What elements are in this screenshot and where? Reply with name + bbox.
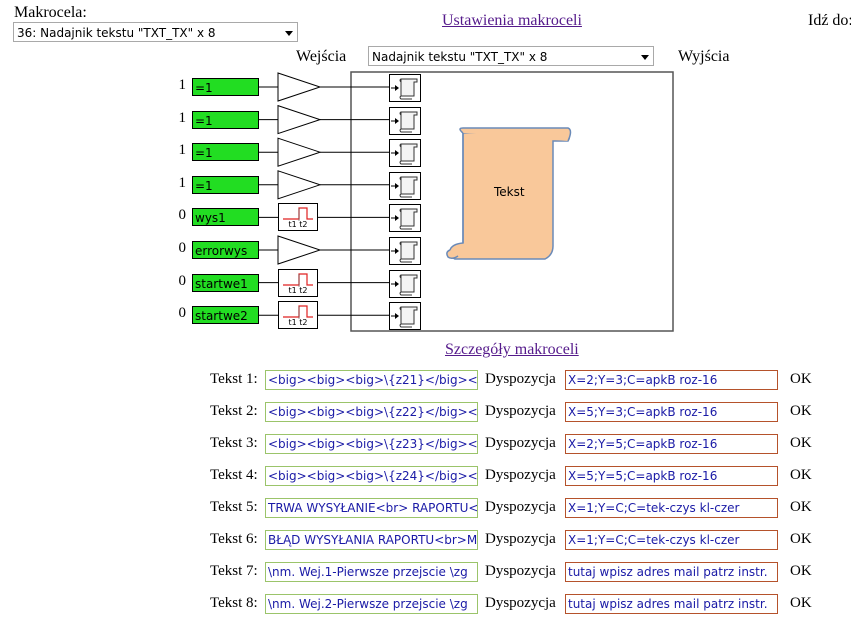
text-label: Tekst 1: — [210, 371, 258, 387]
disposition-input[interactable]: X=5;Y=3;C=apkB roz-16 — [565, 402, 778, 422]
timer-block[interactable]: t1 t2 — [278, 268, 318, 297]
disposition-input[interactable]: X=1;Y=C;C=tek-czys kl-czer — [565, 498, 778, 518]
output-text-block[interactable] — [389, 106, 421, 135]
text-label: Tekst 4: — [210, 467, 258, 483]
text-label: Tekst 5: — [210, 499, 258, 515]
disposition-label: Dyspozycja — [485, 499, 556, 515]
input-name-field[interactable]: =1 — [192, 175, 259, 194]
status-ok: OK — [790, 595, 812, 611]
timer-label: t1 t2 — [288, 318, 308, 328]
scroll-icon — [391, 241, 418, 263]
buffer-gate-icon[interactable] — [277, 72, 322, 102]
text-input[interactable]: \nm. Wej.1-Pierwsze przejscie \zg — [265, 562, 478, 582]
status-ok: OK — [790, 403, 812, 419]
text-label: Tekst 6: — [210, 531, 258, 547]
disposition-input[interactable]: tutaj wpisz adres mail patrz instr. — [565, 594, 778, 614]
scroll-icon — [391, 78, 418, 100]
disposition-label: Dyspozycja — [485, 403, 556, 419]
status-ok: OK — [790, 467, 812, 483]
scroll-icon — [391, 111, 418, 133]
disposition-input[interactable]: X=5;Y=5;C=apkB roz-16 — [565, 466, 778, 486]
disposition-input[interactable]: tutaj wpisz adres mail patrz instr. — [565, 562, 778, 582]
scroll-icon — [391, 143, 418, 165]
status-ok: OK — [790, 499, 812, 515]
disposition-label: Dyspozycja — [485, 531, 556, 547]
input-name-field[interactable]: =1 — [192, 143, 259, 162]
disposition-label: Dyspozycja — [485, 563, 556, 579]
input-value: 1 — [178, 109, 187, 126]
status-ok: OK — [790, 371, 812, 387]
disposition-label: Dyspozycja — [485, 467, 556, 483]
details-link[interactable]: Szczegóły makroceli — [445, 341, 579, 359]
input-value: 1 — [178, 174, 187, 191]
output-text-block[interactable] — [389, 302, 421, 331]
text-label: Tekst 2: — [210, 403, 258, 419]
disposition-input[interactable]: X=2;Y=5;C=apkB roz-16 — [565, 434, 778, 454]
text-label: Tekst 3: — [210, 435, 258, 451]
disposition-label: Dyspozycja — [485, 435, 556, 451]
scroll-icon — [391, 274, 418, 296]
input-name-field[interactable]: startwe1 — [192, 273, 259, 292]
disposition-input[interactable]: X=1;Y=C;C=tek-czys kl-czer — [565, 530, 778, 550]
text-input[interactable]: \nm. Wej.2-Pierwsze przejscie \zg — [265, 594, 478, 614]
timer-label: t1 t2 — [288, 285, 308, 295]
text-input[interactable]: BŁĄD WYSYŁANIA RAPORTU<br>Mi — [265, 530, 478, 550]
text-input[interactable]: <big><big><big>\{z21}</big></big></big> — [265, 370, 478, 390]
disposition-label: Dyspozycja — [485, 371, 556, 387]
status-ok: OK — [790, 531, 812, 547]
input-value: 0 — [178, 240, 187, 256]
text-input[interactable]: <big><big><big>\{z23}</big></big></big> — [265, 434, 478, 454]
output-text-block[interactable] — [389, 204, 421, 233]
input-name-field[interactable]: errorwys — [192, 241, 259, 259]
input-name-field[interactable]: wys1 — [192, 208, 259, 227]
text-input[interactable]: <big><big><big>\{z22}</big></big></big> — [265, 402, 478, 422]
input-value: 1 — [178, 77, 187, 93]
buffer-gate-icon[interactable] — [277, 137, 322, 167]
scroll-icon — [391, 176, 418, 198]
text-input[interactable]: <big><big><big>\{z24}</big></big></big> — [265, 466, 478, 486]
disposition-label: Dyspozycja — [485, 595, 556, 611]
text-label: Tekst 8: — [210, 595, 258, 611]
scroll-icon — [391, 306, 418, 328]
output-text-block[interactable] — [389, 269, 421, 298]
timer-block[interactable]: t1 t2 — [278, 301, 318, 330]
output-text-block[interactable] — [389, 171, 421, 200]
buffer-gate-icon[interactable] — [277, 170, 322, 200]
status-ok: OK — [790, 563, 812, 579]
input-value: 0 — [178, 207, 187, 224]
input-name-field[interactable]: =1 — [192, 78, 259, 96]
input-name-field[interactable]: startwe2 — [192, 306, 259, 325]
input-value: 0 — [178, 272, 187, 289]
scroll-text: Tekst — [494, 185, 525, 199]
diagram-wires — [259, 71, 674, 332]
buffer-gate-icon[interactable] — [277, 235, 322, 265]
status-ok: OK — [790, 435, 812, 451]
timer-label: t1 t2 — [288, 220, 308, 230]
input-value: 0 — [178, 305, 187, 322]
text-label: Tekst 7: — [210, 563, 258, 579]
input-value: 1 — [178, 142, 187, 159]
output-text-block[interactable] — [389, 74, 421, 102]
disposition-input[interactable]: X=2;Y=3;C=apkB roz-16 — [565, 370, 778, 390]
input-name-field[interactable]: =1 — [192, 110, 259, 129]
scroll-icon — [391, 208, 418, 230]
text-input[interactable]: TRWA WYSYŁANIE<br> RAPORTU<br> — [265, 498, 478, 518]
output-text-block[interactable] — [389, 139, 421, 168]
buffer-gate-icon[interactable] — [277, 104, 322, 135]
timer-block[interactable]: t1 t2 — [278, 203, 318, 232]
output-text-block[interactable] — [389, 237, 421, 265]
